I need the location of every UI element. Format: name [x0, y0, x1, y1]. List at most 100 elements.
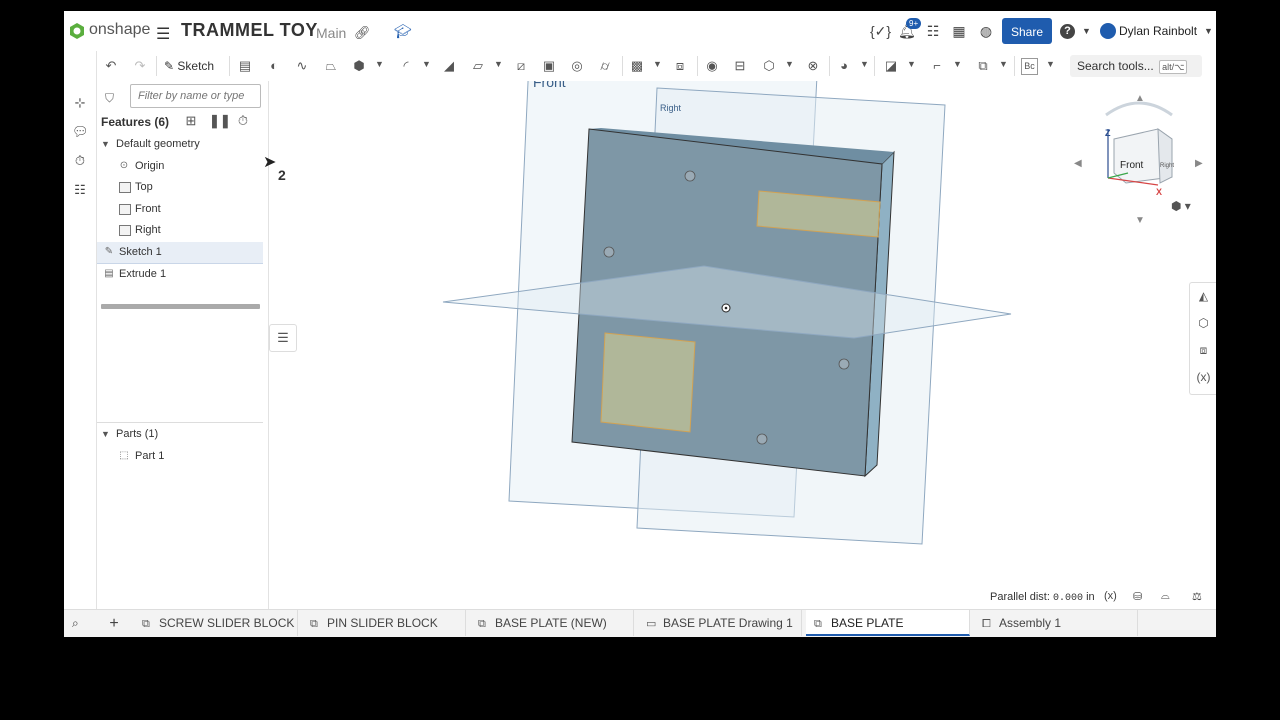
- rotate-left-icon[interactable]: ◀: [1074, 158, 1082, 169]
- delete-part-icon[interactable]: ⊗: [804, 57, 822, 75]
- comments-icon[interactable]: 💬︎: [72, 124, 89, 140]
- shell-icon[interactable]: ▣: [540, 57, 558, 75]
- fillet-icon[interactable]: ◜: [397, 57, 415, 75]
- mirror-icon[interactable]: ⧈: [671, 57, 689, 75]
- tab-base-plate[interactable]: ⧉ BASE PLATE: [806, 610, 970, 636]
- tab-base-plate-drawing-1[interactable]: ▭ BASE PLATE Drawing 1: [638, 610, 802, 636]
- boolean-icon[interactable]: ◉: [703, 57, 721, 75]
- tree-default-geometry[interactable]: ▼ Default geometry: [97, 134, 263, 155]
- view-cube[interactable]: Front Right Z X: [1105, 101, 1174, 197]
- chevron-down-icon[interactable]: ▼: [1204, 26, 1213, 36]
- history-icon[interactable]: ⏱︎: [72, 153, 88, 169]
- measure-icon[interactable]: ⛁: [1133, 590, 1142, 603]
- chevron-down-icon[interactable]: ▼: [860, 59, 869, 69]
- link-icon[interactable]: 🔗︎: [354, 25, 371, 41]
- rollback-bar[interactable]: [101, 304, 260, 309]
- mass-icon[interactable]: ⚖: [1192, 590, 1202, 603]
- tree-item-part-1[interactable]: ⬚ Part 1: [97, 446, 263, 467]
- extrude-icon[interactable]: ▤: [236, 57, 254, 75]
- pattern-icon[interactable]: ▩: [628, 57, 646, 75]
- variables-status-icon[interactable]: (x): [1104, 590, 1117, 602]
- hole-icon[interactable]: ◎: [568, 57, 586, 75]
- chevron-down-icon[interactable]: ▼: [953, 59, 962, 69]
- tree-item-front[interactable]: Front: [97, 199, 263, 220]
- view-cube-front-label[interactable]: Front: [1120, 160, 1144, 171]
- sketch-rectangle[interactable]: [600, 332, 696, 433]
- hole[interactable]: [756, 433, 768, 445]
- parts-icon[interactable]: ⬡: [1195, 315, 1212, 332]
- chevron-down-icon[interactable]: ▼: [907, 59, 916, 69]
- rotate-right-icon[interactable]: ▶: [1195, 158, 1203, 169]
- redo-icon[interactable]: ↷: [131, 57, 149, 75]
- tree-parts-header[interactable]: ▼ Parts (1): [97, 424, 263, 445]
- bom-icon[interactable]: ☷: [72, 182, 88, 198]
- loft-icon[interactable]: ⏢: [322, 57, 340, 75]
- hole[interactable]: [838, 358, 850, 370]
- revolve-icon[interactable]: ◐: [265, 57, 283, 75]
- branch-name[interactable]: Main: [316, 25, 346, 41]
- user-name[interactable]: Dylan Rainbolt: [1119, 24, 1197, 38]
- hole[interactable]: [684, 170, 696, 182]
- split-icon[interactable]: ⊟: [731, 57, 749, 75]
- undo-icon[interactable]: ↶: [102, 57, 120, 75]
- tab-manager-icon[interactable]: ⌕: [72, 616, 79, 631]
- configuration-icon[interactable]: ⊹: [72, 95, 88, 111]
- chevron-down-icon[interactable]: ▼: [101, 424, 110, 445]
- tree-item-extrude-1[interactable]: ▤ Extrude 1: [97, 264, 263, 285]
- details-icon[interactable]: ☷: [925, 23, 941, 39]
- format-icon[interactable]: Bc: [1021, 58, 1038, 75]
- tree-item-right[interactable]: Right: [97, 220, 263, 241]
- share-button[interactable]: Share: [1002, 18, 1052, 44]
- menu-icon[interactable]: ☰: [156, 24, 170, 44]
- chevron-down-icon[interactable]: ▼: [375, 59, 384, 69]
- appearance-icon[interactable]: ◭: [1195, 288, 1212, 305]
- chevron-down-icon[interactable]: ▼: [494, 59, 503, 69]
- globe-icon[interactable]: ◍: [978, 23, 994, 39]
- variables-icon[interactable]: (x): [1195, 369, 1212, 386]
- sweep-icon[interactable]: ∿: [293, 57, 311, 75]
- chevron-down-icon[interactable]: ▼: [1046, 59, 1055, 69]
- plane-icon[interactable]: ◪: [882, 57, 900, 75]
- add-tab-icon[interactable]: +: [104, 614, 124, 634]
- feature-list-toggle-icon[interactable]: ☰: [269, 324, 297, 352]
- surface-icon[interactable]: ⧉: [974, 57, 992, 75]
- filter-icon[interactable]: ⛉: [105, 91, 114, 106]
- tab-pin-slider-block[interactable]: ⧉ PIN SLIDER BLOCK: [302, 610, 466, 636]
- help-icon[interactable]: ?: [1060, 24, 1075, 39]
- tab-screw-slider-block[interactable]: ⧉ SCREW SLIDER BLOCK: [134, 610, 298, 636]
- view-cube-right-label[interactable]: Right: [1160, 163, 1174, 169]
- transform-icon[interactable]: ⬡: [760, 57, 778, 75]
- tab-assembly-1[interactable]: ⧠ Assembly 1: [974, 610, 1138, 636]
- section-view-icon[interactable]: ⌓: [1161, 590, 1170, 603]
- rotate-up-icon[interactable]: ▲: [1135, 93, 1145, 104]
- learning-center-icon[interactable]: 🎓︎: [394, 23, 412, 40]
- variable-icon[interactable]: {✓}: [870, 23, 891, 39]
- graphics-viewport[interactable]: Front Right Front Right Z X ➤ 2 ◀ ▶ ▲ ▼: [263, 81, 1216, 609]
- chevron-down-icon[interactable]: ▼: [101, 134, 110, 155]
- mass-properties-icon[interactable]: ⧈: [1195, 342, 1212, 359]
- document-title[interactable]: TRAMMEL TOY: [181, 20, 318, 41]
- tree-item-origin[interactable]: ⊙ Origin: [97, 156, 263, 177]
- chevron-down-icon[interactable]: ▼: [999, 59, 1008, 69]
- app-store-icon[interactable]: ▦: [951, 23, 967, 39]
- thicken-icon[interactable]: ⬢: [350, 57, 368, 75]
- tree-item-sketch-1[interactable]: ✎ Sketch 1: [97, 242, 263, 264]
- tree-item-top[interactable]: Top: [97, 177, 263, 198]
- rib-icon[interactable]: ⧄: [512, 57, 530, 75]
- user-avatar[interactable]: [1100, 23, 1116, 39]
- pause-icon[interactable]: ❚❚: [209, 113, 231, 129]
- search-tools-input[interactable]: Search tools... alt/⌥ c: [1070, 55, 1202, 96]
- rotate-down-icon[interactable]: ▼: [1135, 215, 1145, 226]
- view-options-icon[interactable]: ⬢ ▾: [1171, 199, 1191, 213]
- chevron-down-icon[interactable]: ▼: [1082, 26, 1091, 36]
- chevron-down-icon[interactable]: ▼: [653, 59, 662, 69]
- modify-fillet-icon[interactable]: ◕: [835, 57, 853, 75]
- chamfer-icon[interactable]: ◢: [440, 57, 458, 75]
- add-folder-icon[interactable]: ⊞: [183, 113, 199, 129]
- sketch-button[interactable]: ✎ Sketch: [164, 56, 214, 76]
- filter-input[interactable]: [130, 84, 261, 108]
- sheet-metal-icon[interactable]: ⌐: [928, 57, 946, 75]
- cylinder-icon[interactable]: ⌭: [596, 57, 614, 75]
- draft-icon[interactable]: ⏥: [469, 57, 487, 75]
- hole[interactable]: [603, 246, 615, 258]
